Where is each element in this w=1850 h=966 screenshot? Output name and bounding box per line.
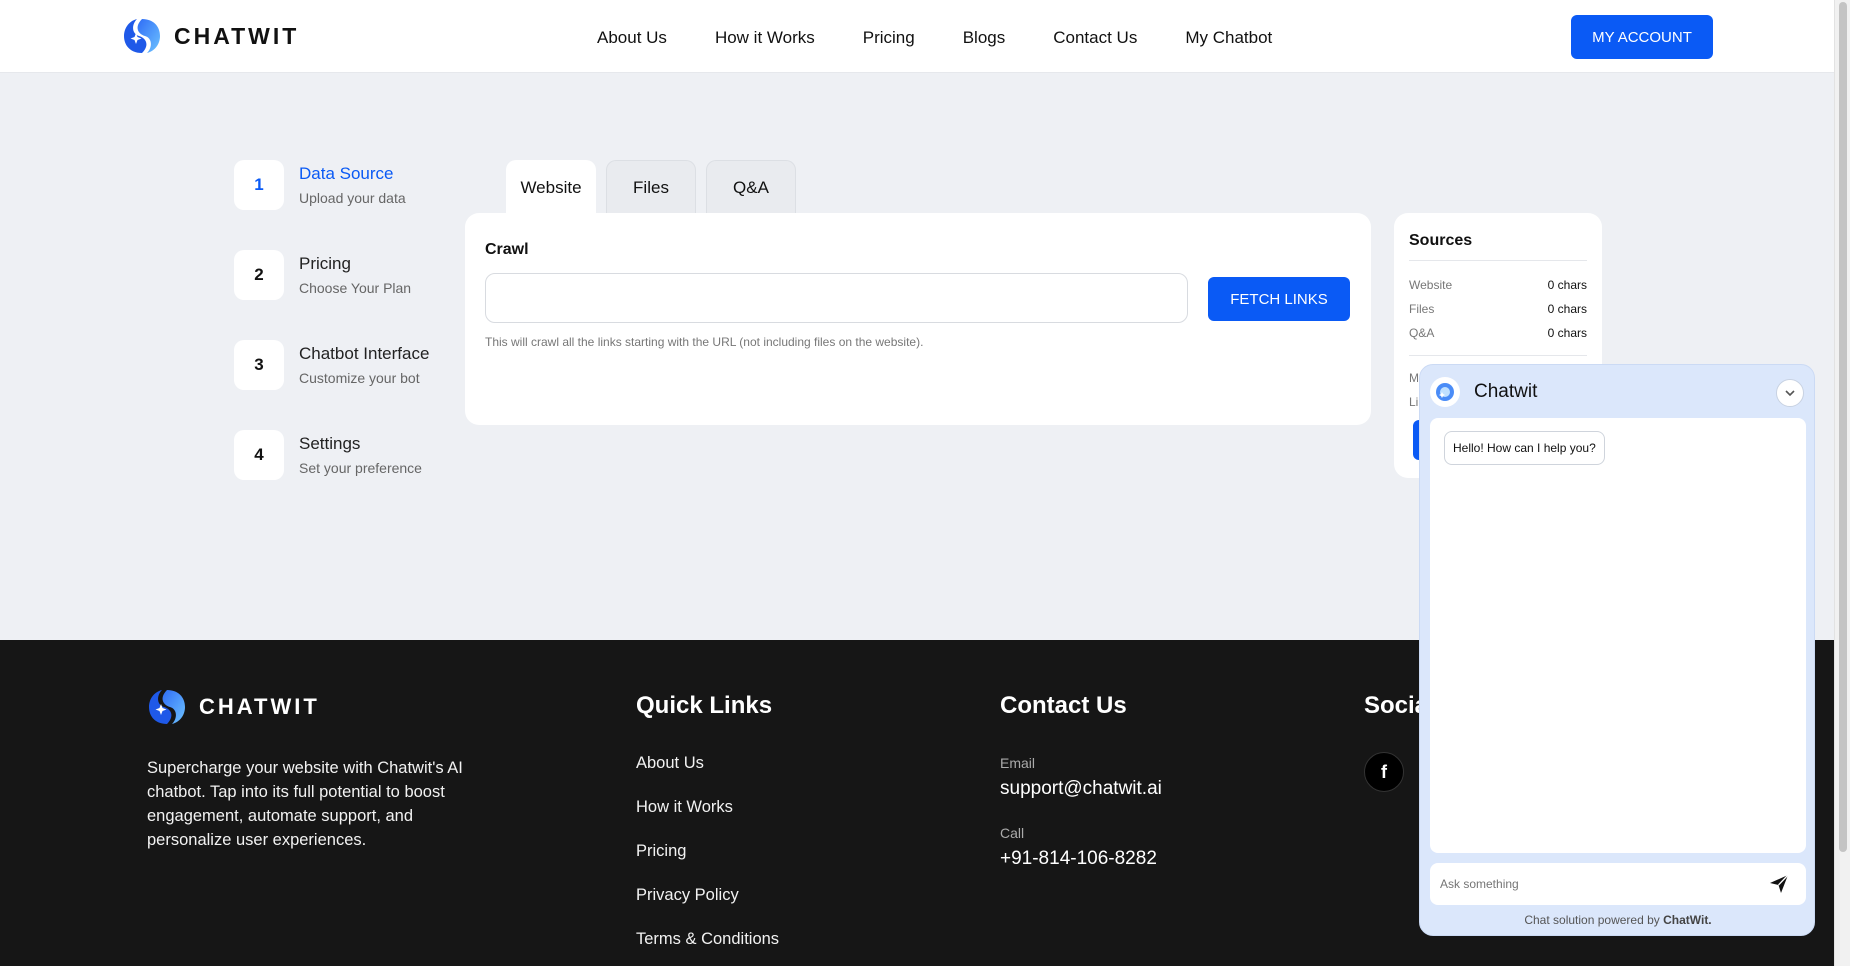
source-label: Website — [1409, 278, 1453, 292]
chat-avatar-icon — [1430, 377, 1460, 407]
brand-name: CHATWIT — [174, 22, 300, 49]
source-label: Files — [1409, 302, 1435, 316]
chevron-down-icon[interactable] — [1776, 379, 1804, 407]
quick-links-list: About Us How it Works Pricing Privacy Po… — [636, 754, 779, 966]
source-tabs: Website Files Q&A — [506, 160, 806, 214]
call-label: Call — [1000, 825, 1025, 841]
step-subtitle: Upload your data — [299, 190, 406, 206]
tab-website[interactable]: Website — [506, 160, 596, 214]
main-nav: About Us How it Works Pricing Blogs Cont… — [597, 28, 1320, 48]
bot-message: Hello! How can I help you? — [1444, 431, 1605, 465]
nav-contact-us[interactable]: Contact Us — [1053, 28, 1137, 48]
crawl-url-input[interactable] — [485, 273, 1188, 323]
step-title: Data Source — [299, 164, 394, 183]
footer-link-terms[interactable]: Terms & Conditions — [636, 930, 779, 966]
scrollbar-thumb[interactable] — [1839, 2, 1847, 852]
phone-value[interactable]: +91-814-106-8282 — [1000, 848, 1157, 870]
nav-my-chatbot[interactable]: My Chatbot — [1185, 28, 1272, 48]
step-title: Settings — [299, 434, 361, 453]
fetch-links-button[interactable]: FETCH LINKS — [1208, 277, 1350, 321]
footer-link-privacy-policy[interactable]: Privacy Policy — [636, 886, 779, 930]
header-logo[interactable]: CHATWIT — [122, 16, 299, 56]
chat-widget: Chatwit Hello! How can I help you? Chat … — [1419, 364, 1815, 936]
source-value: 0 chars — [1547, 302, 1587, 316]
sources-partial-label: M — [1409, 371, 1419, 385]
powered-by-text: Chat solution powered by ChatWit. — [1420, 913, 1816, 927]
footer-logo[interactable]: CHATWIT — [147, 687, 320, 727]
step-number: 1 — [234, 160, 284, 210]
nav-how-it-works[interactable]: How it Works — [715, 28, 815, 48]
footer-about-text: Supercharge your website with Chatwit's … — [147, 759, 463, 849]
footer-link-how-it-works[interactable]: How it Works — [636, 798, 779, 842]
crawl-hint: This will crawl all the links starting w… — [485, 335, 924, 349]
quick-links-heading: Quick Links — [636, 692, 773, 719]
chatwit-logo-icon — [122, 16, 162, 56]
facebook-icon[interactable]: f — [1364, 752, 1404, 792]
nav-about-us[interactable]: About Us — [597, 28, 667, 48]
step-title: Chatbot Interface — [299, 344, 430, 363]
sources-divider — [1409, 355, 1587, 356]
brand-name: CHATWIT — [199, 694, 320, 719]
nav-pricing[interactable]: Pricing — [863, 28, 915, 48]
contact-heading: Contact Us — [1000, 692, 1127, 719]
tab-qa[interactable]: Q&A — [706, 160, 796, 214]
chat-title: Chatwit — [1474, 381, 1538, 402]
my-account-button[interactable]: MY ACCOUNT — [1571, 15, 1713, 59]
source-value: 0 chars — [1547, 326, 1587, 340]
crawl-label: Crawl — [485, 241, 529, 258]
source-row-website: Website 0 chars — [1409, 278, 1587, 292]
step-subtitle: Choose Your Plan — [299, 280, 412, 296]
sources-divider — [1409, 260, 1587, 261]
chatwit-logo-icon — [147, 687, 187, 727]
email-value[interactable]: support@chatwit.ai — [1000, 778, 1162, 800]
chat-input-bar — [1430, 863, 1806, 905]
chat-header: Chatwit — [1430, 377, 1537, 407]
step-number: 4 — [234, 430, 284, 480]
sources-partial-label: Li — [1409, 395, 1419, 409]
email-label: Email — [1000, 755, 1036, 771]
chat-messages: Hello! How can I help you? — [1430, 418, 1806, 853]
step-number: 2 — [234, 250, 284, 300]
powered-by-brand[interactable]: ChatWit. — [1663, 913, 1712, 927]
sources-title: Sources — [1409, 232, 1473, 249]
step-subtitle: Set your preference — [299, 460, 422, 476]
source-row-qa: Q&A 0 chars — [1409, 326, 1587, 340]
source-label: Q&A — [1409, 326, 1435, 340]
source-value: 0 chars — [1547, 278, 1587, 292]
source-row-files: Files 0 chars — [1409, 302, 1587, 316]
chat-input[interactable] — [1430, 863, 1760, 905]
tab-files[interactable]: Files — [606, 160, 696, 214]
footer-link-about-us[interactable]: About Us — [636, 754, 779, 798]
crawl-panel: Crawl FETCH LINKS This will crawl all th… — [465, 213, 1371, 425]
step-title: Pricing — [299, 254, 351, 273]
page-scrollbar[interactable] — [1834, 0, 1850, 966]
nav-blogs[interactable]: Blogs — [963, 28, 1006, 48]
footer-link-pricing[interactable]: Pricing — [636, 842, 779, 886]
step-subtitle: Customize your bot — [299, 370, 420, 386]
send-icon[interactable] — [1766, 871, 1792, 897]
site-header: CHATWIT About Us How it Works Pricing Bl… — [0, 0, 1834, 73]
step-number: 3 — [234, 340, 284, 390]
powered-by-prefix: Chat solution powered by — [1524, 913, 1664, 927]
